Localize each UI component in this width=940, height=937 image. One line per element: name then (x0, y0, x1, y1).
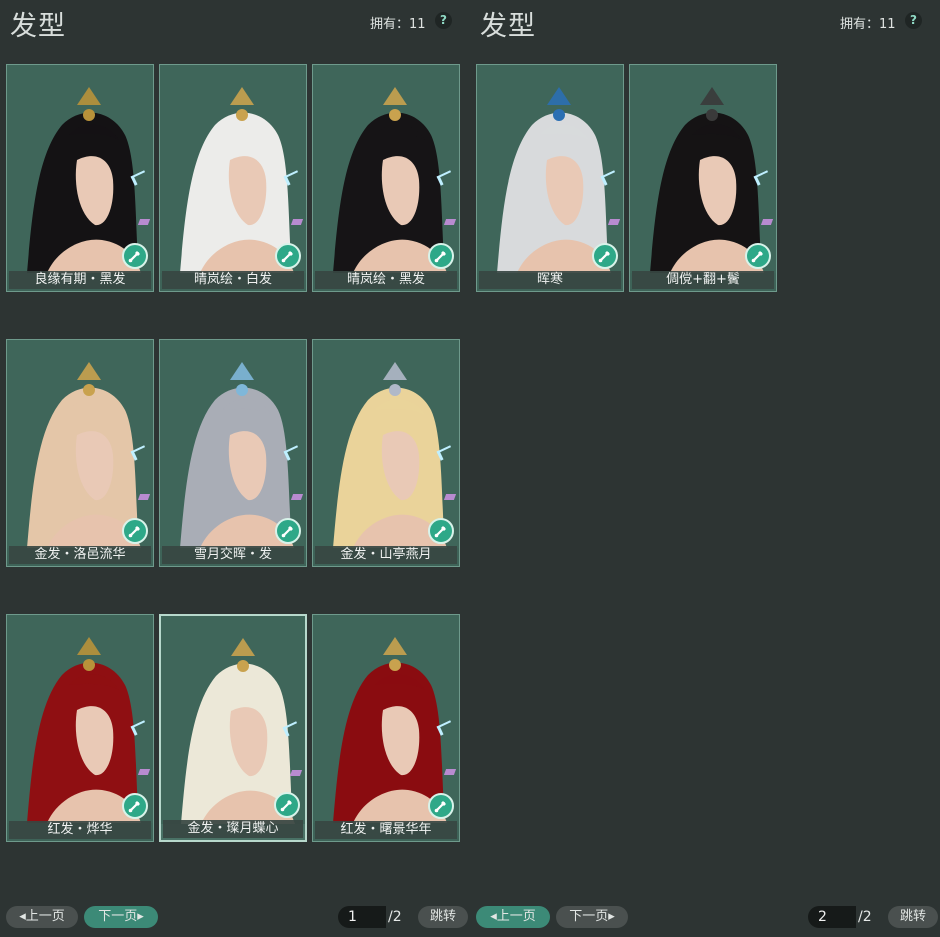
dye-brush-icon[interactable] (428, 518, 454, 544)
hairstyle-name: 良缘有期・黑发 (9, 271, 151, 289)
hairstyle-preview-image (160, 65, 306, 273)
help-icon[interactable]: ? (435, 12, 452, 29)
hairstyle-card[interactable]: 金发・璨月蝶心 (159, 614, 307, 842)
jump-button[interactable]: 跳转 (888, 906, 938, 928)
hairstyle-preview-image (7, 615, 153, 823)
hairstyle-card[interactable]: 红发・曙景华年 (312, 614, 460, 842)
hairstyle-preview-image (7, 65, 153, 273)
dye-brush-icon[interactable] (275, 518, 301, 544)
page-number-input[interactable]: 2 (808, 906, 856, 928)
dye-brush-icon[interactable] (122, 793, 148, 819)
hairstyle-preview-image (7, 340, 153, 548)
dye-brush-icon[interactable] (275, 243, 301, 269)
help-icon[interactable]: ? (905, 12, 922, 29)
hairstyle-preview-image (313, 65, 459, 273)
hairstyle-card[interactable]: 金发・洛邑流华 (6, 339, 154, 567)
hairstyle-card[interactable]: 晴岚绘・黑发 (312, 64, 460, 292)
hairstyle-name: 金发・山亭燕月 (315, 546, 457, 564)
hairstyle-name: 金发・洛邑流华 (9, 546, 151, 564)
dye-brush-icon[interactable] (428, 793, 454, 819)
hairstyle-preview-image (160, 340, 306, 548)
dye-brush-icon[interactable] (122, 243, 148, 269)
page-title: 发型 (480, 11, 536, 42)
hairstyle-card[interactable]: 金发・山亭燕月 (312, 339, 460, 567)
hairstyle-preview-image (313, 615, 459, 823)
hairstyle-name: 红发・烨华 (9, 821, 151, 839)
prev-page-button[interactable]: ◂上一页 (476, 906, 550, 928)
right-panel: 发型 拥有：11 ? 晖寒 倜傥+翻+鬢 ◂上一页 下一页▸ 2 /2 跳转 (470, 0, 940, 937)
page-total: /2 (858, 909, 872, 925)
dye-brush-icon[interactable] (428, 243, 454, 269)
left-panel: 发型 拥有：11 ? 良缘有期・黑发 晴岚绘・白发 晴岚绘・黑发金发・洛邑流华 雪月交… (0, 0, 470, 937)
hairstyle-card[interactable]: 雪月交晖・发 (159, 339, 307, 567)
page-number-input[interactable]: 1 (338, 906, 386, 928)
hairstyle-name: 晴岚绘・白发 (162, 271, 304, 289)
hairstyle-name: 晖寒 (479, 271, 621, 289)
hairstyle-card[interactable]: 晴岚绘・白发 (159, 64, 307, 292)
hairstyle-preview-image (313, 340, 459, 548)
hairstyle-name: 红发・曙景华年 (315, 821, 457, 839)
hairstyle-card[interactable]: 良缘有期・黑发 (6, 64, 154, 292)
hairstyle-card[interactable]: 红发・烨华 (6, 614, 154, 842)
page-total: /2 (388, 909, 402, 925)
dye-brush-icon[interactable] (274, 792, 300, 818)
jump-button[interactable]: 跳转 (418, 906, 468, 928)
hairstyle-name: 倜傥+翻+鬢 (632, 271, 774, 289)
hairstyle-name: 金发・璨月蝶心 (163, 820, 303, 838)
owned-count: 拥有：11 (370, 17, 426, 32)
dye-brush-icon[interactable] (122, 518, 148, 544)
hairstyle-name: 雪月交晖・发 (162, 546, 304, 564)
page-title: 发型 (10, 11, 66, 42)
dye-brush-icon[interactable] (592, 243, 618, 269)
dye-brush-icon[interactable] (745, 243, 771, 269)
hairstyle-preview-image (630, 65, 776, 273)
hairstyle-preview-image (477, 65, 623, 273)
owned-count: 拥有：11 (840, 17, 896, 32)
next-page-button[interactable]: 下一页▸ (556, 906, 628, 928)
next-page-button[interactable]: 下一页▸ (84, 906, 158, 928)
hairstyle-card[interactable]: 晖寒 (476, 64, 624, 292)
hairstyle-name: 晴岚绘・黑发 (315, 271, 457, 289)
prev-page-button[interactable]: ◂上一页 (6, 906, 78, 928)
hairstyle-card[interactable]: 倜傥+翻+鬢 (629, 64, 777, 292)
